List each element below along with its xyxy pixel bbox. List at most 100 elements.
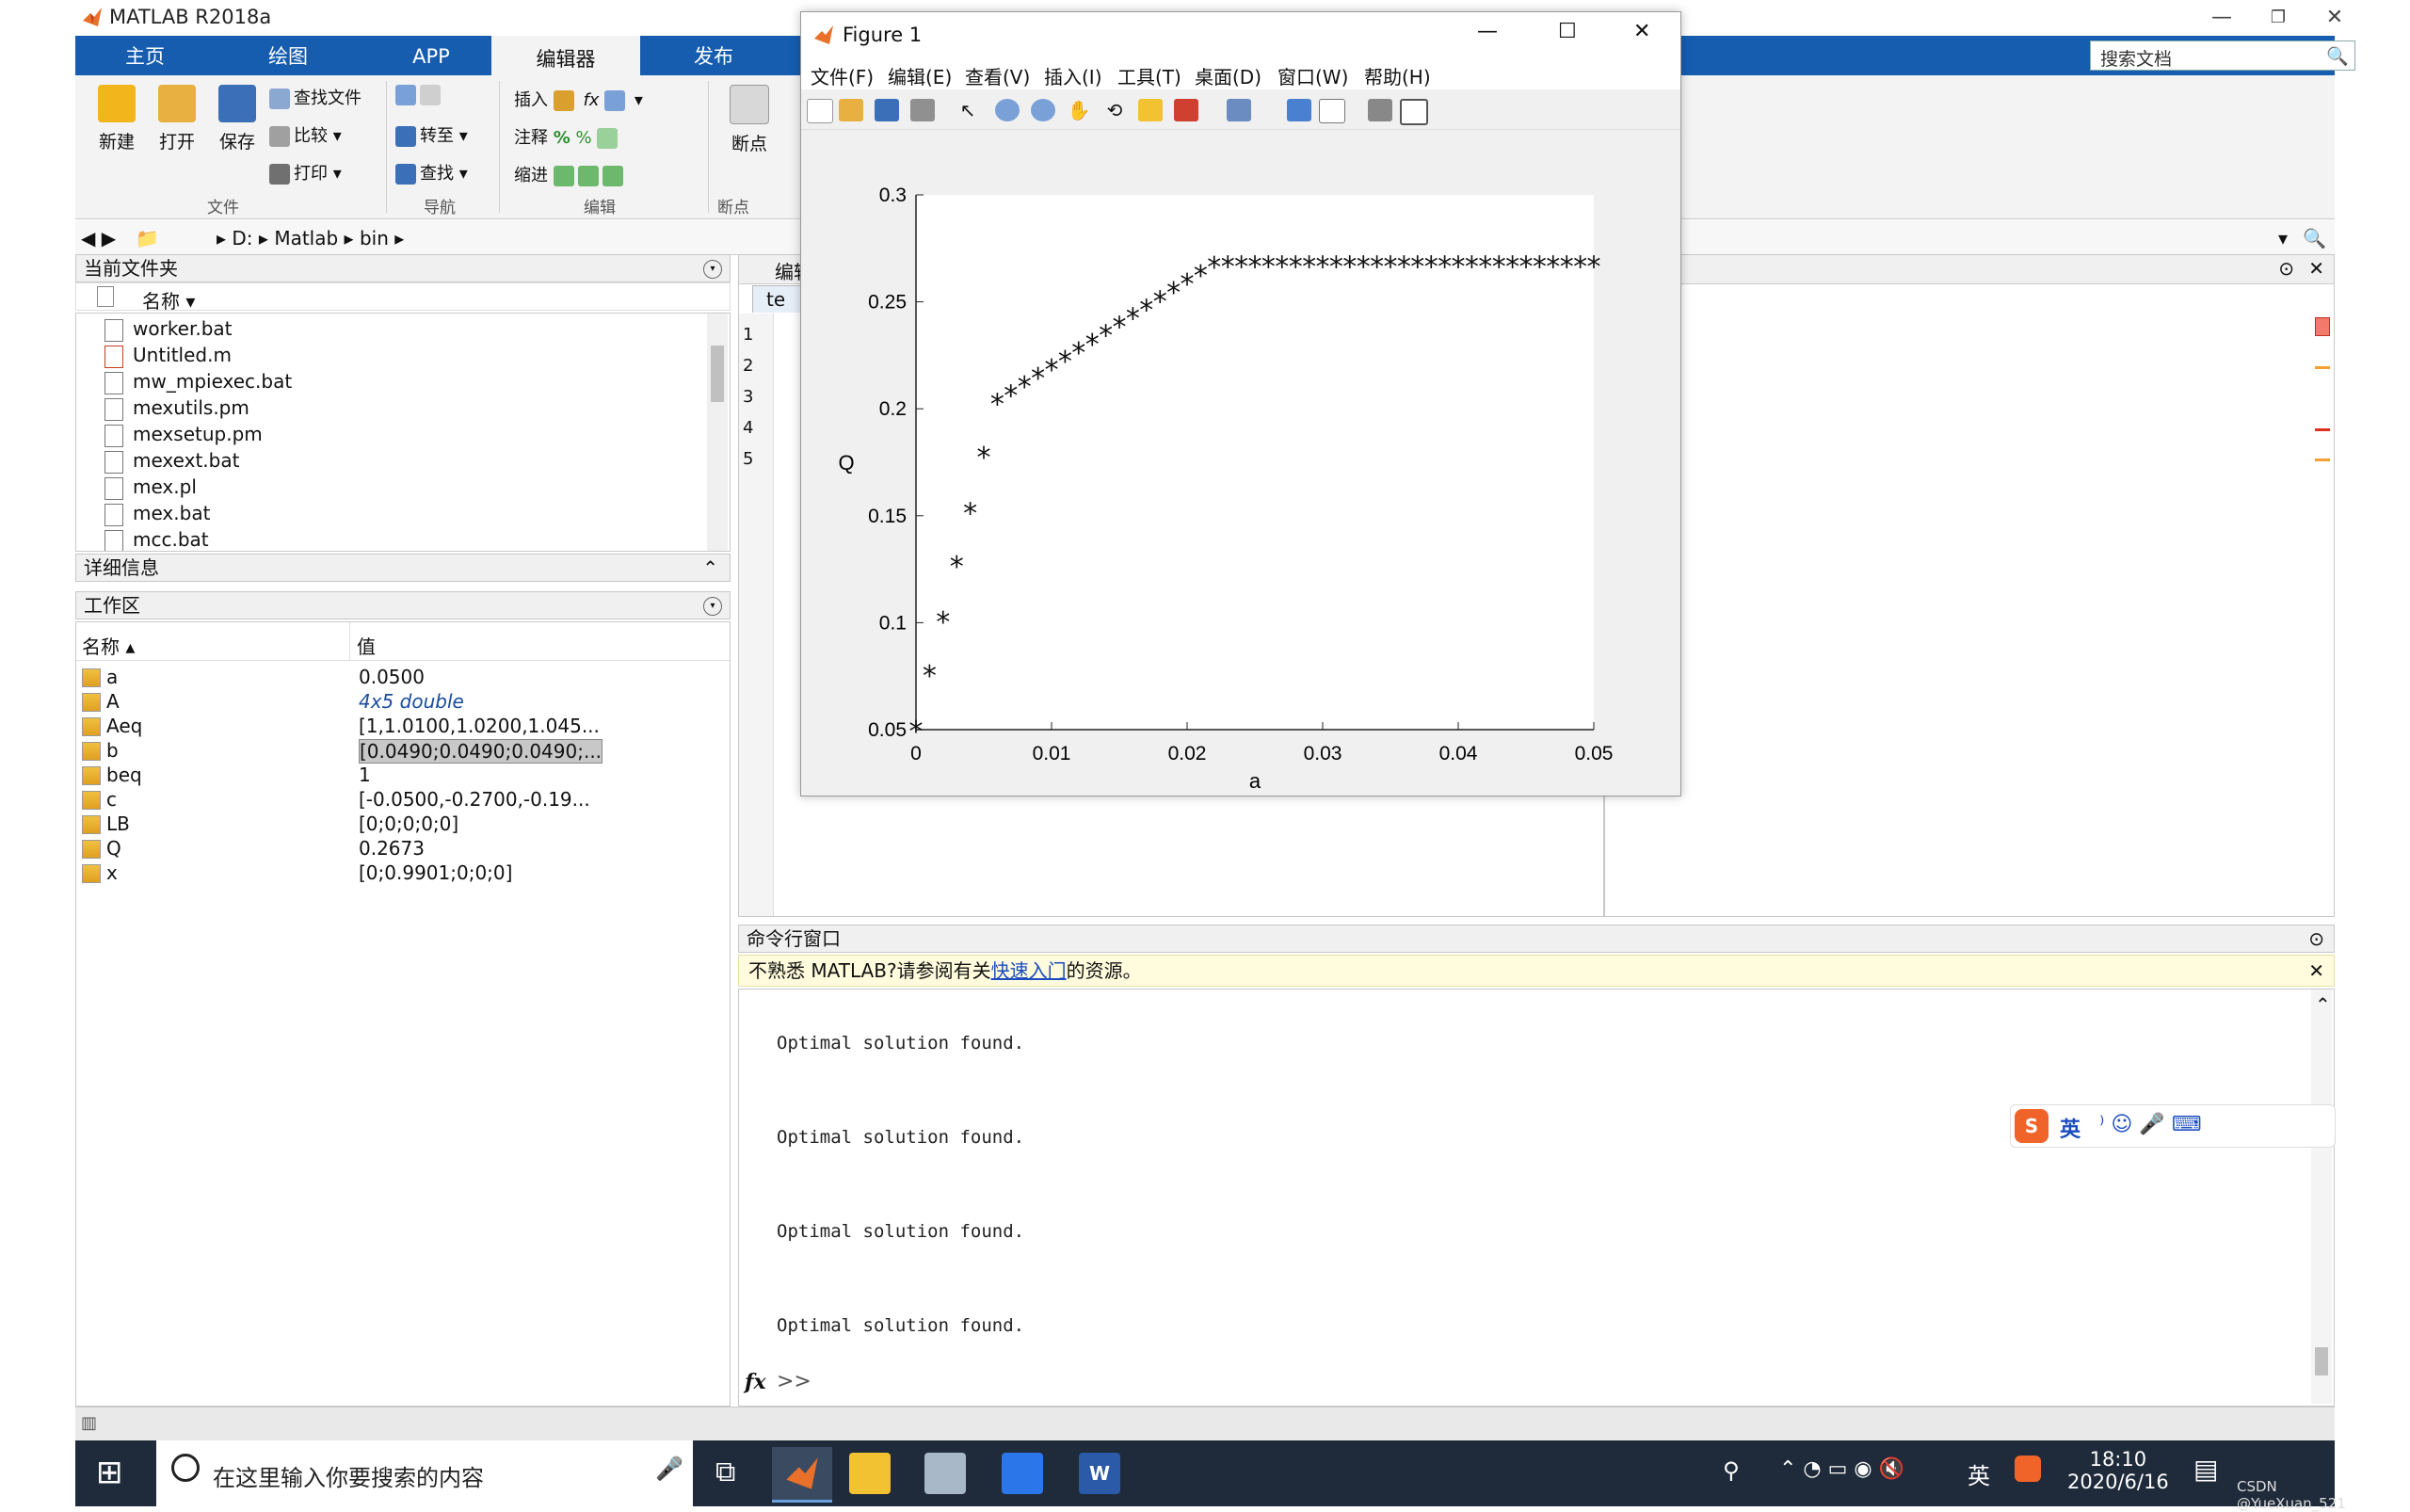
ime-toolbar[interactable]: S 英 ⁾ ☺ 🎤 ⌨ <box>2010 1104 2336 1148</box>
comment-button[interactable]: 注释 % % <box>514 124 621 149</box>
file-item[interactable]: mw_mpiexec.bat <box>104 370 292 396</box>
scatter-chart[interactable]: 0 0.01 0.02 0.03 0.04 0.050.050.10.150.20.250… <box>801 131 1680 794</box>
insert-button[interactable]: 插入 fx ▾ <box>514 87 643 111</box>
chevron-up-icon[interactable]: ⌃ <box>2315 993 2331 1016</box>
indent-button[interactable]: 缩进 <box>514 162 627 186</box>
matlab-taskbar-app[interactable] <box>772 1447 832 1503</box>
ime-tools-icon[interactable]: ⁾ ☺ 🎤 ⌨ <box>2099 1113 2201 1136</box>
close-banner-icon[interactable]: ✕ <box>2308 956 2324 986</box>
save-figure-icon[interactable] <box>875 99 899 121</box>
path-dropdown-icon[interactable]: ▾ <box>2278 227 2288 249</box>
wps-app-icon[interactable] <box>1002 1453 1043 1494</box>
tab-plots[interactable]: 绘图 <box>218 36 358 75</box>
workspace-row[interactable]: beq 1 <box>80 764 730 788</box>
col-name[interactable]: 名称 ▴ <box>82 632 135 659</box>
panel-menu-icon[interactable]: ⊙ <box>2308 925 2324 952</box>
open-file-icon[interactable] <box>839 99 863 121</box>
workspace-row[interactable]: b [0.0490;0.0490;0.0490;... <box>80 739 730 764</box>
file-item[interactable]: mex.bat <box>104 502 210 528</box>
file-item[interactable]: Untitled.m <box>104 344 232 370</box>
hide-plot-tools-icon[interactable] <box>1368 99 1392 121</box>
find-button[interactable]: 查找 ▾ <box>395 160 468 185</box>
command-prompt[interactable]: >> <box>777 1370 811 1393</box>
breadcrumb-drive[interactable]: D: <box>232 227 252 249</box>
details-header[interactable]: 详细信息 ⌃ <box>75 554 731 582</box>
rotate-3d-icon[interactable]: ⟲ <box>1102 99 1127 121</box>
workspace-header[interactable]: 工作区 ▾ <box>75 591 731 619</box>
taskbar-clock[interactable]: 18:10 2020/6/16 <box>2067 1448 2169 1493</box>
taskbar-search[interactable]: 在这里输入你要搜索的内容 🎤 <box>156 1440 693 1506</box>
microphone-icon[interactable]: 🎤 <box>655 1456 683 1482</box>
search-icon[interactable]: 🔍 <box>2326 45 2349 67</box>
brush-icon[interactable] <box>1174 99 1198 121</box>
close-button[interactable]: ✕ <box>2306 0 2363 36</box>
insert-colorbar-icon[interactable] <box>1287 99 1311 121</box>
up-folder-icon[interactable]: 📁 <box>136 227 159 249</box>
tab-apps[interactable]: APP <box>362 36 501 75</box>
data-cursor-icon[interactable] <box>1138 99 1163 121</box>
figure-close-button[interactable]: ✕ <box>1633 20 1650 43</box>
menu-edit[interactable]: 编辑(E) <box>888 62 952 89</box>
file-explorer-app-icon[interactable] <box>849 1453 891 1494</box>
pan-hand-icon[interactable]: ✋ <box>1067 99 1091 121</box>
tray-icons[interactable]: ⌃ ◔ ▭ ◉ 🔇 <box>1779 1457 1904 1481</box>
file-item[interactable]: mcc.bat <box>104 528 209 551</box>
warning-marker[interactable] <box>2315 458 2330 461</box>
show-plot-tools-icon[interactable] <box>1400 99 1428 125</box>
workspace-row[interactable]: Q 0.2673 <box>80 837 730 861</box>
close-editor-icon[interactable]: ✕ <box>2308 257 2324 280</box>
word-app-icon[interactable]: W <box>1079 1453 1120 1494</box>
windows-start-icon[interactable]: ⊞ <box>96 1454 123 1491</box>
figure-minimize-button[interactable]: — <box>1477 20 1498 43</box>
sogou-tray-icon[interactable] <box>2015 1456 2041 1482</box>
goto-button[interactable]: 转至 ▾ <box>395 122 468 147</box>
current-folder-header[interactable]: 当前文件夹 ▾ <box>75 254 731 282</box>
workspace-row[interactable]: x [0;0.9901;0;0;0] <box>80 861 730 886</box>
print-button[interactable]: 打印 ▾ <box>269 160 342 185</box>
file-item[interactable]: worker.bat <box>104 317 233 344</box>
people-icon[interactable]: ⚲ <box>1723 1457 1740 1484</box>
figure-window[interactable]: Figure 1 — ☐ ✕ 文件(F) 编辑(E) 查看(V) 插入(I) 工… <box>800 11 1681 796</box>
edit-plot-arrow-icon[interactable]: ↖ <box>956 99 980 121</box>
workspace-row[interactable]: A 4x5 double <box>80 690 730 715</box>
file-list-header[interactable]: 名称 ▾ <box>75 282 731 314</box>
file-item[interactable]: mex.pl <box>104 475 197 502</box>
menu-window[interactable]: 窗口(W) <box>1277 62 1348 89</box>
login-link[interactable]: 登录 <box>2363 43 2383 100</box>
task-view-icon[interactable]: ⧉ <box>715 1456 735 1488</box>
nav-back-forward[interactable] <box>395 85 444 105</box>
col-value[interactable]: 值 <box>357 632 376 659</box>
nav-arrows-icon[interactable]: ◀ ▶ <box>81 227 116 249</box>
compare-button[interactable]: 比较 ▾ <box>269 122 342 147</box>
photos-app-icon[interactable] <box>924 1453 966 1494</box>
new-button[interactable]: 新建 <box>88 85 145 153</box>
file-item[interactable]: mexext.bat <box>104 449 239 475</box>
print-figure-icon[interactable] <box>910 99 935 121</box>
panel-menu-icon[interactable]: ⊙ <box>2278 257 2294 280</box>
new-figure-icon[interactable] <box>807 99 833 123</box>
figure-maximize-button[interactable]: ☐ <box>1558 20 1577 43</box>
chevron-up-icon[interactable]: ⌃ <box>702 555 718 581</box>
save-button[interactable]: 保存 <box>209 85 265 153</box>
warning-marker[interactable] <box>2315 366 2330 369</box>
menu-view[interactable]: 查看(V) <box>965 62 1030 89</box>
menu-help[interactable]: 帮助(H) <box>1364 62 1431 89</box>
command-window[interactable]: Optimal solution found. Optimal solution… <box>738 989 2336 1407</box>
breadcrumb-matlab[interactable]: Matlab <box>274 227 338 249</box>
restore-button[interactable]: ❐ <box>2250 0 2306 36</box>
menu-desktop[interactable]: 桌面(D) <box>1195 62 1261 89</box>
fx-icon[interactable]: fx <box>745 1370 766 1394</box>
open-button[interactable]: 打开 <box>149 85 205 153</box>
tab-publish[interactable]: 发布 <box>644 36 783 75</box>
input-language[interactable]: 英 <box>1968 1457 1990 1490</box>
zoom-in-icon[interactable] <box>995 99 1020 121</box>
file-item[interactable]: mexsetup.pm <box>104 423 263 449</box>
column-name[interactable]: 名称 ▾ <box>142 286 195 314</box>
workspace-row[interactable]: Aeq [1,1.0100,1.0200,1.045... <box>80 715 730 739</box>
zoom-out-icon[interactable] <box>1031 99 1055 121</box>
tab-editor[interactable]: 编辑器 <box>491 36 640 78</box>
link-plot-icon[interactable] <box>1227 99 1251 121</box>
scrollbar-thumb[interactable] <box>2315 1347 2328 1375</box>
find-files-button[interactable]: 查找文件 <box>269 85 362 109</box>
menu-file[interactable]: 文件(F) <box>811 62 874 89</box>
